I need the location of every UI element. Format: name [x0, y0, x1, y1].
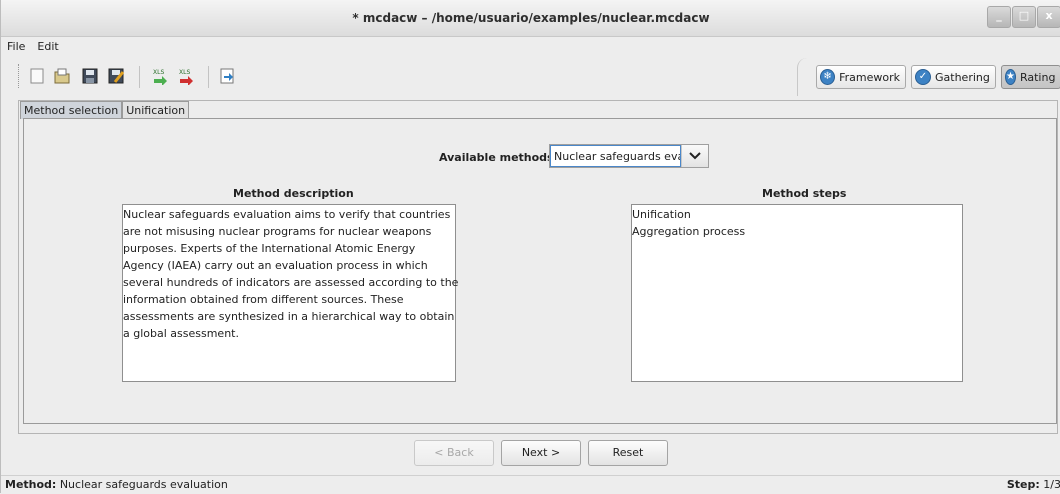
export-icon[interactable] — [218, 67, 236, 85]
status-method-value: Nuclear safeguards evaluation — [59, 478, 228, 491]
framework-button[interactable]: ❄ Framework — [816, 65, 906, 89]
app-window: * mcdacw – /home/usuario/examples/nuclea… — [0, 0, 1060, 493]
svg-text:XLS: XLS — [179, 69, 190, 76]
tab-unification[interactable]: Unification — [122, 101, 190, 119]
save-icon[interactable] — [81, 67, 99, 85]
description-line: purposes. Experts of the International A… — [123, 242, 416, 255]
description-line: Nuclear safeguards evaluation aims to ve… — [123, 208, 451, 221]
step-item[interactable]: Aggregation process — [632, 223, 962, 240]
status-bar: Method: Nuclear safeguards evaluation St… — [1, 475, 1060, 494]
gathering-icon: ✓ — [915, 69, 931, 85]
available-methods-label: Available methods — [439, 151, 554, 164]
maximize-button[interactable]: □ — [1012, 6, 1036, 28]
open-icon[interactable] — [53, 67, 71, 85]
description-line: information obtained from different sour… — [123, 293, 404, 306]
window-controls: _ □ x — [986, 6, 1060, 30]
method-steps-title: Method steps — [762, 187, 847, 200]
selected-method-value[interactable]: Nuclear safeguards eva — [550, 145, 681, 167]
new-icon[interactable] — [28, 67, 46, 85]
window-title: * mcdacw – /home/usuario/examples/nuclea… — [352, 11, 710, 25]
toolbar-separator — [208, 66, 209, 88]
next-button[interactable]: Next > — [501, 440, 581, 466]
minimize-button[interactable]: _ — [987, 6, 1011, 28]
reset-button[interactable]: Reset — [588, 440, 668, 466]
tab-method-selection[interactable]: Method selection — [20, 101, 123, 119]
available-methods-select[interactable]: Nuclear safeguards eva — [549, 144, 709, 168]
status-method: Method: Nuclear safeguards evaluation — [5, 478, 228, 491]
chevron-down-icon[interactable] — [681, 145, 708, 167]
status-step: Step: 1/3 — [1007, 478, 1060, 491]
gathering-button[interactable]: ✓ Gathering — [911, 65, 996, 89]
description-line: assessments are synthesized in a hierarc… — [123, 310, 455, 323]
svg-text:XLS: XLS — [153, 69, 164, 76]
export-xls-icon[interactable]: XLS — [177, 67, 195, 85]
description-line: a global assessment. — [123, 327, 239, 340]
step-item[interactable]: Unification — [632, 206, 962, 223]
import-xls-icon[interactable]: XLS — [151, 67, 169, 85]
description-line: are not misusing nuclear programs for nu… — [123, 225, 432, 238]
save-as-icon[interactable] — [107, 67, 125, 85]
rating-label: Rating — [1019, 70, 1056, 84]
status-method-key: Method: — [5, 478, 57, 491]
status-step-key: Step: — [1006, 478, 1040, 491]
tab-strip: Method selection Unification — [20, 101, 190, 119]
framework-label: Framework — [839, 70, 900, 84]
gathering-label: Gathering — [935, 70, 990, 84]
description-line: several hundreds of indicators are asses… — [123, 276, 459, 289]
rating-button[interactable]: ★ Rating — [1001, 65, 1060, 89]
toolbar-separator — [139, 66, 140, 88]
rating-icon: ★ — [1005, 69, 1016, 85]
method-steps-list: Unification Aggregation process — [631, 204, 963, 382]
menu-edit[interactable]: Edit — [35, 38, 60, 56]
title-bar: * mcdacw – /home/usuario/examples/nuclea… — [1, 0, 1060, 37]
close-button[interactable]: x — [1037, 6, 1060, 28]
method-description-title: Method description — [233, 187, 354, 200]
method-description-text: Nuclear safeguards evaluation aims to ve… — [122, 204, 459, 382]
status-step-value: 1/3 — [1043, 478, 1060, 491]
toolbar-grip[interactable] — [18, 64, 21, 88]
back-button[interactable]: < Back — [414, 440, 494, 466]
framework-icon: ❄ — [820, 69, 836, 85]
description-line: Agency (IAEA) carry out an evaluation pr… — [123, 259, 428, 272]
menu-file[interactable]: File — [5, 38, 27, 56]
menu-bar: File Edit — [5, 38, 61, 56]
